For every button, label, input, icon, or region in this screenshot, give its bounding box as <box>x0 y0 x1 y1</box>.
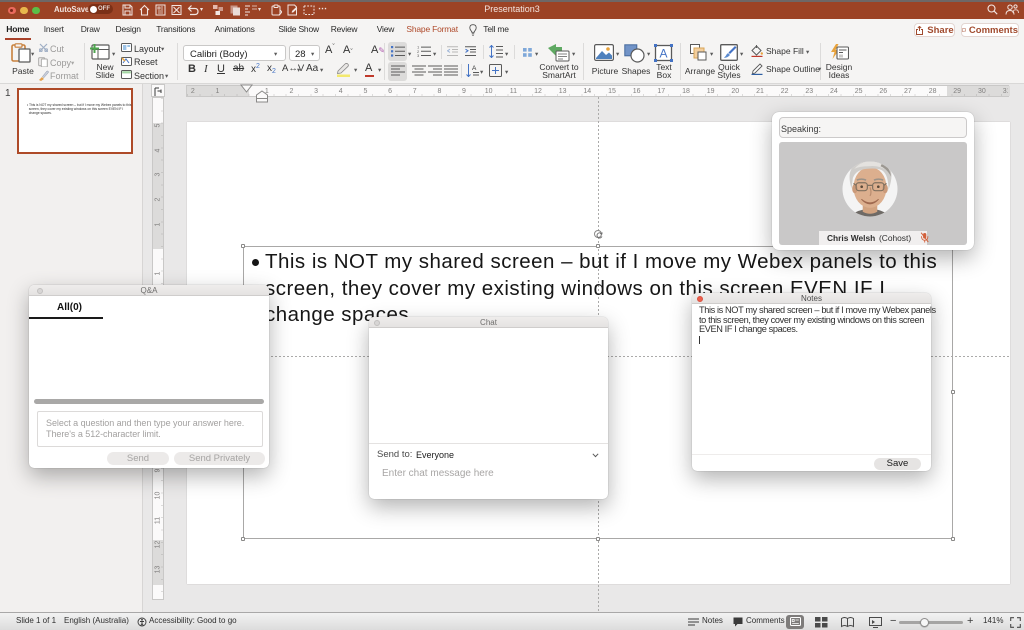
svg-text:A: A <box>472 65 477 72</box>
svg-text:A: A <box>660 47 668 61</box>
svg-text:Chris Welsh: Chris Welsh <box>827 233 875 243</box>
svg-text:(Cohost): (Cohost) <box>879 233 911 243</box>
svg-text:3: 3 <box>417 53 420 57</box>
